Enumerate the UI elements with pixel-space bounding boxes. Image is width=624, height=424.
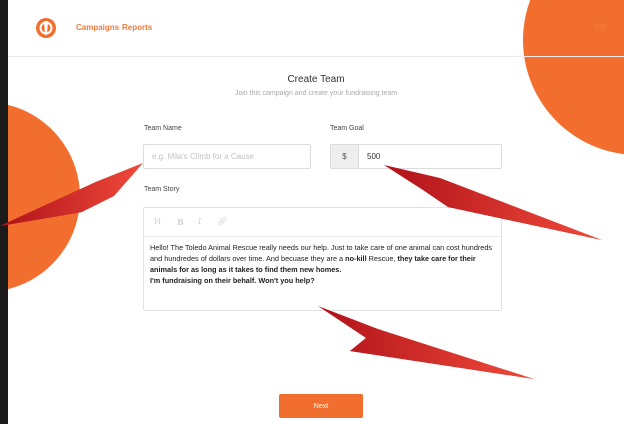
brand-logo-icon[interactable] [35, 17, 57, 39]
editor-toolbar: H B I 🔗︎ [144, 208, 501, 237]
next-button[interactable]: Next [279, 394, 363, 418]
story-text[interactable]: Hello! The Toledo Animal Rescue really n… [150, 242, 496, 286]
currency-prefix: $ [331, 145, 359, 168]
team-goal-field: $ [330, 144, 517, 169]
app-frame: Campaigns Reports FM Create Team Join th… [8, 0, 624, 424]
team-story-label: Team Story [144, 186, 180, 193]
story-text-nokill: no-kill [345, 254, 367, 263]
decorative-circle-left [8, 102, 80, 292]
heading-button[interactable]: H [154, 217, 161, 226]
story-text-p1-end: Rescue, [366, 254, 398, 263]
nav-link-reports[interactable]: Reports [122, 23, 152, 32]
team-name-label: Team Name [144, 125, 182, 132]
team-story-editor[interactable]: H B I 🔗︎ Hello! The Toledo Animal Rescue… [143, 207, 502, 311]
page-subtitle: Join this campaign and create your fundr… [234, 90, 398, 97]
team-goal-label: Team Goal [330, 125, 364, 132]
story-text-p3: I'm fundraising on their behalf. Won't y… [150, 276, 315, 285]
page-title: Create Team [287, 74, 345, 85]
team-name-input[interactable] [143, 144, 311, 169]
team-goal-input[interactable] [359, 145, 517, 168]
user-avatar-initials[interactable]: FM [595, 23, 607, 32]
link-icon[interactable]: 🔗︎ [217, 217, 227, 226]
italic-button[interactable]: I [198, 217, 201, 226]
top-nav-bar: Campaigns Reports FM [8, 0, 624, 57]
nav-link-campaigns[interactable]: Campaigns [76, 23, 119, 32]
bold-button[interactable]: B [177, 217, 184, 227]
